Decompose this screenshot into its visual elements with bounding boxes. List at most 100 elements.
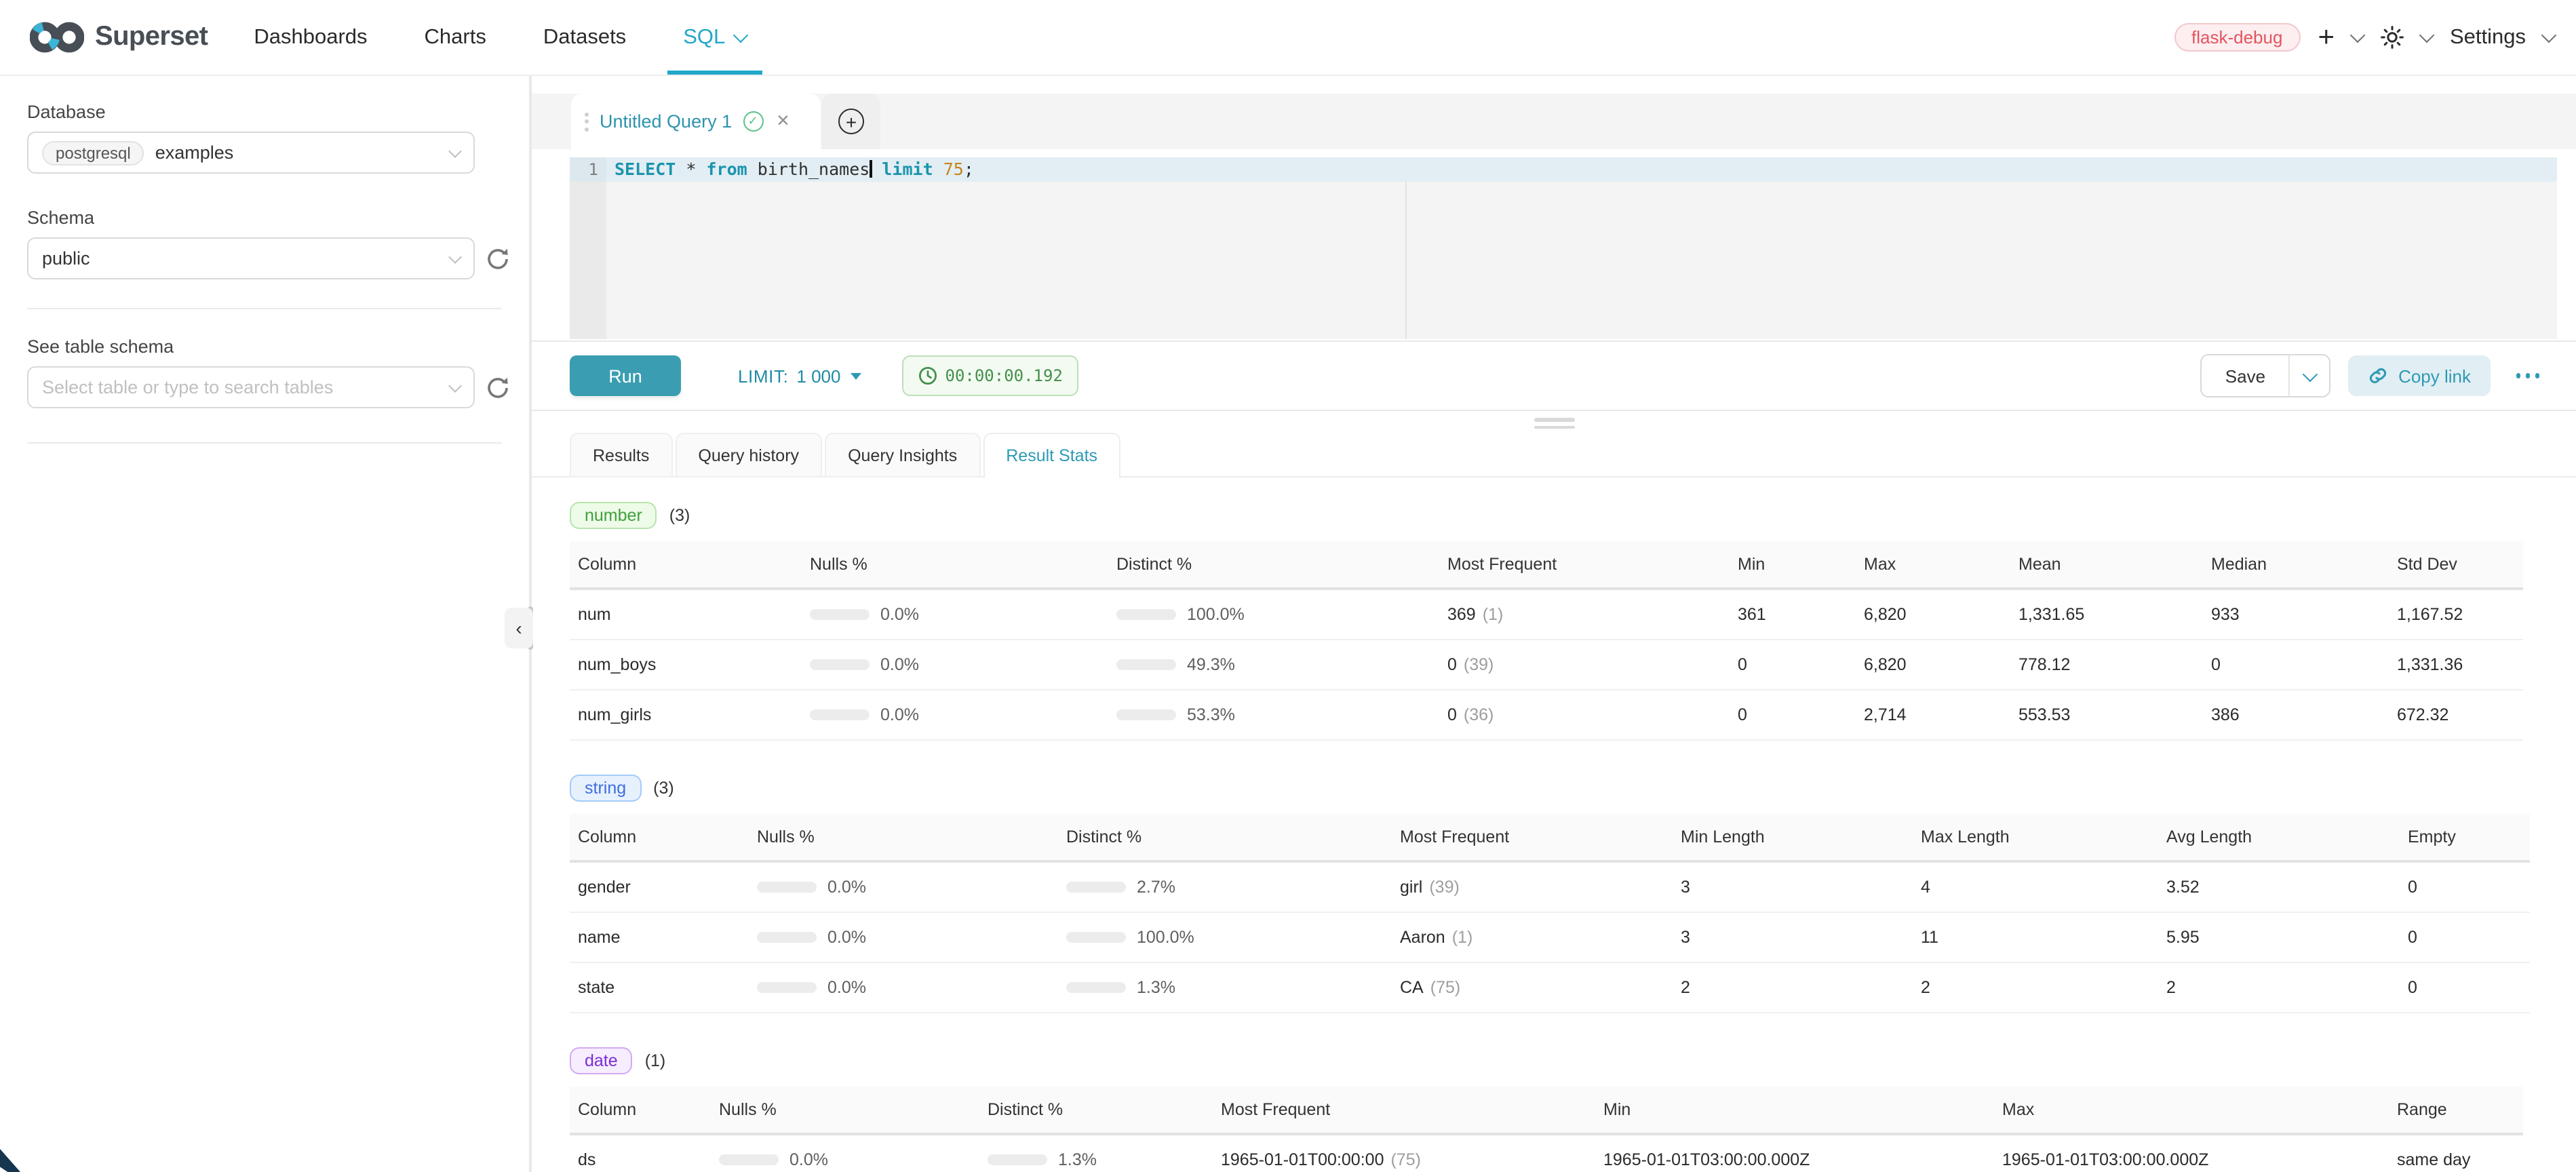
copy-link-button[interactable]: Copy link [2348, 355, 2490, 396]
save-button[interactable]: Save [2202, 355, 2288, 396]
nav-item-dashboards[interactable]: Dashboards [254, 0, 367, 75]
database-value: examples [155, 142, 234, 163]
sidebar-divider [27, 442, 502, 444]
nav-item-charts[interactable]: Charts [425, 0, 486, 75]
nulls-cell: 0.0% [749, 912, 1058, 962]
sql-lab-page: Superset Dashboards Charts Datasets SQL fla… [0, 0, 2576, 1172]
column-header: Most Frequent [1392, 814, 1673, 861]
editor-toolbar: Run LIMIT: 1 000 00:00:00.192 Save [532, 340, 2576, 411]
most-frequent-cell: Aaron(1) [1392, 912, 1673, 962]
more-actions-button[interactable] [2516, 374, 2539, 378]
column-header: Std Dev [2389, 541, 2523, 589]
distinct-cell: 1.3% [1058, 962, 1392, 1013]
most-frequent-value: girl [1400, 878, 1422, 897]
sql-code-line[interactable]: SELECT * from birth_names limit 75; [614, 157, 974, 182]
schema-select[interactable]: public [27, 237, 475, 279]
most-frequent-cell: 0(39) [1439, 640, 1730, 690]
results-resize-handle[interactable] [532, 418, 2576, 429]
stat-value-cell: 2 [1673, 962, 1913, 1013]
table-row: num_boys0.0%49.3%0(39)06,820778.1201,331… [570, 640, 2523, 690]
stat-value-cell: 2,714 [1856, 690, 2010, 740]
most-frequent-cell: CA(75) [1392, 962, 1673, 1013]
limit-dropdown[interactable]: LIMIT: 1 000 [738, 366, 861, 386]
sql-code-editor[interactable]: 1 SELECT * from birth_names limit 75; [570, 157, 2557, 339]
distinct-percent: 100.0% [1137, 928, 1194, 947]
stats-table-number: ColumnNulls %Distinct %Most FrequentMinM… [570, 541, 2523, 741]
nulls-percent: 0.0% [827, 978, 866, 997]
print-margin-line [1405, 157, 1407, 339]
settings-menu[interactable]: Settings [2450, 25, 2526, 50]
chevron-down-icon[interactable] [2419, 28, 2435, 43]
navbar-right: flask-debug + Settings [2174, 0, 2576, 75]
chevron-down-icon [448, 250, 462, 264]
refresh-schemas-icon[interactable] [484, 245, 511, 272]
stat-value-cell: 386 [2203, 690, 2389, 740]
most-frequent-cell: 1965-01-01T00:00:00(75) [1213, 1134, 1595, 1172]
distinct-percent: 100.0% [1187, 605, 1245, 624]
tab-query-history[interactable]: Query history [675, 433, 822, 477]
sql-token: from [706, 159, 747, 179]
nav-item-sql[interactable]: SQL [683, 0, 745, 75]
column-header: Min [1730, 541, 1856, 589]
column-header: Most Frequent [1439, 541, 1730, 589]
table-row: gender0.0%2.7%girl(39)343.520 [570, 861, 2530, 912]
nav-item-label: Datasets [543, 25, 626, 50]
most-frequent-value: Aaron [1400, 928, 1445, 947]
most-frequent-cell: girl (39) [1392, 861, 1673, 912]
column-name-cell: num_girls [570, 690, 802, 740]
table-row: num0.0%100.0%369(1)3616,8201,331.659331,… [570, 589, 2523, 640]
nulls-percent: 0.0% [789, 1150, 828, 1169]
column-header: Min [1595, 1087, 1994, 1134]
section-badge-row: number(3) [570, 502, 2576, 529]
nulls-cell: 0.0% [711, 1134, 979, 1172]
nulls-bar [810, 659, 870, 670]
environment-badge: flask-debug [2174, 23, 2300, 52]
column-header: Distinct % [1058, 814, 1392, 861]
nav-item-datasets[interactable]: Datasets [543, 0, 626, 75]
superset-brand[interactable]: Superset [0, 0, 208, 75]
table-select[interactable]: Select table or type to search tables [27, 366, 475, 408]
most-frequent-count: (39) [1429, 878, 1459, 897]
distinct-bar [1116, 709, 1176, 720]
add-tab-button[interactable]: + [822, 94, 880, 149]
nulls-percent: 0.0% [827, 928, 866, 947]
column-count: (1) [645, 1051, 666, 1070]
caret-down-icon [851, 372, 861, 379]
stat-value-cell: 2 [2158, 962, 2400, 1013]
stats-section-string: string(3)ColumnNulls %Distinct %Most Fre… [570, 775, 2576, 1013]
tab-results[interactable]: Results [570, 433, 672, 477]
column-header: Column [570, 1087, 711, 1134]
database-select[interactable]: postgresql examples [27, 132, 475, 174]
save-dropdown-button[interactable] [2288, 355, 2329, 396]
chevron-down-icon [2541, 28, 2557, 43]
distinct-cell: 100.0% [1108, 589, 1439, 640]
link-icon [2367, 365, 2389, 387]
column-header: Median [2203, 541, 2389, 589]
stat-value-cell: 4 [1913, 861, 2158, 912]
collapse-sidebar-button[interactable]: ‹ [505, 608, 533, 648]
column-header: Max [1856, 541, 2010, 589]
section-badge-row: string(3) [570, 775, 2576, 802]
stat-value-cell: 553.53 [2010, 690, 2203, 740]
drag-handle-icon[interactable] [585, 112, 589, 131]
table-row: state0.0%1.3%CA(75)2220 [570, 962, 2530, 1013]
refresh-tables-icon[interactable] [484, 374, 511, 401]
stat-value-cell: 0 [2400, 912, 2530, 962]
stat-value-cell: 0 [2400, 962, 2530, 1013]
column-header: Most Frequent [1213, 1087, 1595, 1134]
stats-section-number: number(3) ColumnNulls %Distinct %Most Fre… [570, 502, 2576, 741]
chevron-down-icon[interactable] [2350, 28, 2366, 43]
tab-query-insights[interactable]: Query Insights [825, 433, 980, 477]
query-tab[interactable]: Untitled Query 1 ✓ × [571, 94, 821, 149]
column-header: Avg Length [2158, 814, 2400, 861]
column-name-cell: ds [570, 1134, 711, 1172]
nulls-cell: 0.0% [802, 640, 1108, 690]
stat-value-cell: 11 [1913, 912, 2158, 962]
new-item-button[interactable]: + [2318, 23, 2335, 52]
column-header: Empty [2400, 814, 2530, 861]
theme-icon[interactable] [2381, 26, 2404, 49]
tab-result-stats[interactable]: Result Stats [983, 433, 1120, 479]
close-tab-icon[interactable]: × [777, 109, 789, 134]
nulls-percent: 0.0% [827, 878, 866, 897]
run-button[interactable]: Run [570, 355, 681, 396]
